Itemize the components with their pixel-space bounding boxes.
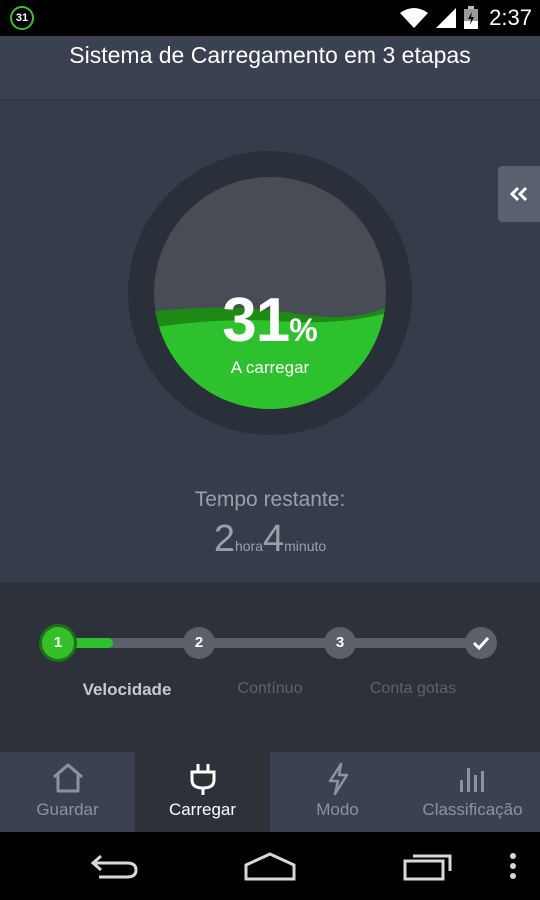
check-icon xyxy=(472,636,490,651)
status-icons: 2:37 xyxy=(399,4,532,32)
tab-carregar[interactable]: Carregar xyxy=(135,752,270,832)
bar-chart-icon xyxy=(459,768,484,792)
stage-2-marker: 2 xyxy=(183,627,215,659)
more-vertical-icon xyxy=(510,853,516,879)
home-nav-button[interactable] xyxy=(240,846,300,886)
stage-complete-marker xyxy=(465,627,497,659)
tab-classificacao[interactable]: Classificação xyxy=(405,752,540,832)
minutes-unit: minuto xyxy=(284,538,327,554)
gauge-face: 31% A carregar xyxy=(154,177,386,409)
tab-label: Guardar xyxy=(36,800,99,819)
recent-apps-icon xyxy=(403,854,452,881)
tab-modo[interactable]: Modo xyxy=(270,752,405,832)
double-chevron-left-icon xyxy=(509,186,528,202)
remaining-time-value: 2hora4minuto xyxy=(0,518,540,561)
charging-status: A carregar xyxy=(230,358,310,377)
bottom-tab-bar: Guardar Carregar Modo Classificação xyxy=(0,752,540,832)
tab-guardar[interactable]: Guardar xyxy=(0,752,135,832)
plug-icon xyxy=(190,764,215,795)
tab-label: Carregar xyxy=(168,800,237,819)
remaining-minutes: 4 xyxy=(263,518,285,560)
status-bar: 31 2:37 xyxy=(0,0,540,36)
stage-track xyxy=(58,638,482,648)
stage-3-marker: 3 xyxy=(324,627,356,659)
signal-icon xyxy=(436,8,457,28)
battery-icon xyxy=(464,6,479,29)
bolt-icon xyxy=(328,762,348,796)
home-icon xyxy=(52,763,83,793)
charge-percent: 31% xyxy=(154,285,386,356)
stage-1-label: Velocidade xyxy=(82,680,172,699)
percent-sign: % xyxy=(289,312,318,348)
remaining-hours: 2 xyxy=(213,518,235,560)
back-arrow-icon xyxy=(90,854,138,879)
charging-stages-panel: 1 2 3 Velocidade Contínuo Conta gotas xyxy=(0,582,540,752)
app-header: Sistema de Carregamento em 3 etapas xyxy=(0,36,540,100)
stage-2-label: Contínuo xyxy=(237,680,303,697)
hours-unit: hora xyxy=(234,538,263,554)
tab-label: Modo xyxy=(316,800,359,819)
back-button[interactable] xyxy=(84,846,144,886)
collapse-panel-button[interactable] xyxy=(498,166,540,222)
wifi-icon xyxy=(400,8,429,28)
tab-label: Classificação xyxy=(422,800,523,819)
recent-apps-button[interactable] xyxy=(398,846,458,886)
clock: 2:37 xyxy=(489,5,532,30)
remaining-time-label: Tempo restante: xyxy=(194,488,346,511)
home-outline-icon xyxy=(244,852,296,881)
charge-percent-value: 31 xyxy=(222,286,290,355)
app-screen: Sistema de Carregamento em 3 etapas 31% … xyxy=(0,36,540,832)
stage-1-marker: 1 xyxy=(42,627,74,659)
battery-gauge: 31% A carregar xyxy=(128,151,412,435)
stage-3-label: Conta gotas xyxy=(369,680,457,697)
app-notification-icon: 31 xyxy=(10,6,34,30)
page-title: Sistema de Carregamento em 3 etapas xyxy=(69,42,471,68)
system-navigation-bar xyxy=(0,832,540,900)
overflow-menu-button[interactable] xyxy=(498,846,528,886)
